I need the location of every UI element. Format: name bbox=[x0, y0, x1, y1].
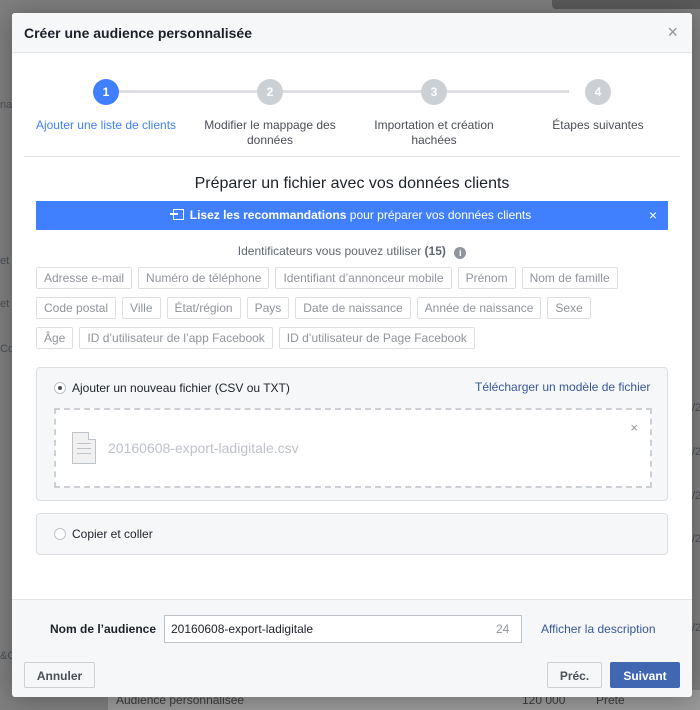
background-text: na bbox=[0, 99, 13, 111]
dialog-header: Créer une audience personnalisée × bbox=[12, 13, 692, 53]
close-icon[interactable]: × bbox=[667, 22, 678, 42]
identifier-chip: Pays bbox=[246, 297, 290, 319]
section-title: Préparer un fichier avec vos données cli… bbox=[194, 175, 510, 192]
background-text: et bbox=[0, 255, 10, 267]
identifier-chip: ID d’utilisateur de l’app Facebook bbox=[79, 327, 273, 349]
step-label: Modifier le mappage des données bbox=[204, 118, 336, 147]
identifier-chip: Identifiant d’annonceur mobile bbox=[275, 267, 452, 289]
step-label: Étapes suivantes bbox=[552, 118, 644, 132]
identifier-chip: Ville bbox=[122, 297, 161, 319]
identifier-chip: Prénom bbox=[457, 267, 516, 289]
file-icon bbox=[72, 432, 96, 464]
remove-file-icon[interactable]: × bbox=[630, 420, 638, 435]
file-drop-zone[interactable]: 20160608-export-ladigitale.csv × bbox=[54, 408, 652, 488]
previous-button[interactable]: Préc. bbox=[547, 662, 602, 688]
identifier-chip: Code postal bbox=[36, 297, 117, 319]
background-text: /2 bbox=[692, 490, 700, 502]
copy-paste-radio[interactable] bbox=[54, 528, 66, 540]
cancel-button[interactable]: Annuler bbox=[24, 662, 95, 688]
create-audience-dialog: Créer une audience personnalisée × 1 Ajo… bbox=[12, 13, 692, 697]
banner-text: pour préparer vos données clients bbox=[346, 208, 532, 222]
chip-row: Âge ID d’utilisateur de l’app Facebook I… bbox=[36, 327, 656, 349]
audience-name-label: Nom de l’audience bbox=[50, 622, 157, 636]
step-number: 3 bbox=[421, 79, 447, 105]
audience-name-input[interactable]: 20160608-export-ladigitale bbox=[164, 615, 522, 643]
identifiers-title: Identificateurs vous pouvez utiliser (15… bbox=[12, 244, 692, 259]
identifiers-title-text: Identificateurs vous pouvez utiliser bbox=[237, 244, 422, 258]
step-number: 4 bbox=[585, 79, 611, 105]
identifiers-count: (15) bbox=[424, 244, 446, 258]
dialog-footer: Nom de l’audience 20160608-export-ladigi… bbox=[12, 599, 692, 697]
background-topbar bbox=[552, 0, 700, 9]
upload-file-radio[interactable] bbox=[54, 382, 66, 394]
chip-row: Adresse e-mail Numéro de téléphone Ident… bbox=[36, 267, 656, 289]
banner-close-icon[interactable]: × bbox=[649, 201, 657, 230]
step-3: 3 Importation et création hachées bbox=[354, 79, 514, 148]
background-text: /2 bbox=[692, 402, 700, 414]
identifier-chip: Année de naissance bbox=[416, 297, 542, 319]
identifier-chip: Nom de famille bbox=[521, 267, 618, 289]
step-number: 2 bbox=[257, 79, 283, 105]
background-text: /2 bbox=[692, 446, 700, 458]
uploaded-file-name: 20160608-export-ladigitale.csv bbox=[108, 440, 299, 456]
background-text: /2 bbox=[692, 533, 700, 545]
step-4: 4 Étapes suivantes bbox=[518, 79, 678, 133]
step-1: 1 Ajouter une liste de clients bbox=[26, 79, 186, 133]
info-icon[interactable]: i bbox=[454, 247, 467, 259]
identifier-chip: Sexe bbox=[547, 297, 591, 319]
step-number: 1 bbox=[93, 79, 119, 105]
identifier-chip: Adresse e-mail bbox=[36, 267, 133, 289]
upload-file-option: Ajouter un nouveau fichier (CSV ou TXT) … bbox=[36, 367, 668, 501]
background-text: et bbox=[0, 298, 10, 310]
section-divider bbox=[24, 156, 680, 157]
recommendations-link[interactable]: Lisez les recommandations bbox=[190, 208, 347, 222]
copy-paste-option[interactable]: Copier et coller bbox=[36, 513, 668, 555]
copy-paste-label[interactable]: Copier et coller bbox=[72, 527, 153, 541]
identifier-chip: Numéro de téléphone bbox=[138, 267, 270, 289]
step-label: Importation et création hachées bbox=[374, 118, 494, 147]
background-text: /2 bbox=[692, 622, 700, 634]
recommendations-banner: Lisez les recommandations pour préparer … bbox=[36, 201, 668, 230]
download-template-link[interactable]: Télécharger un modèle de fichier bbox=[475, 380, 650, 394]
identifier-chip: Âge bbox=[36, 327, 74, 349]
identifier-chip: ID d’utilisateur de Page Facebook bbox=[278, 327, 475, 349]
external-link-icon bbox=[169, 209, 184, 220]
step-label: Ajouter une liste de clients bbox=[35, 118, 177, 132]
chip-row: Code postal Ville État/région Pays Date … bbox=[36, 297, 656, 319]
identifier-chip: Date de naissance bbox=[295, 297, 411, 319]
character-count: 24 bbox=[496, 622, 510, 636]
show-description-link[interactable]: Afficher la description bbox=[541, 622, 656, 636]
identifier-chip: État/région bbox=[166, 297, 241, 319]
identifier-chips: Adresse e-mail Numéro de téléphone Ident… bbox=[36, 267, 656, 357]
upload-file-label[interactable]: Ajouter un nouveau fichier (CSV ou TXT) bbox=[72, 381, 290, 395]
next-button[interactable]: Suivant bbox=[610, 662, 680, 688]
step-2: 2 Modifier le mappage des données bbox=[190, 79, 350, 148]
dialog-title: Créer une audience personnalisée bbox=[24, 25, 252, 41]
progress-stepper: 1 Ajouter une liste de clients 2 Modifie… bbox=[12, 79, 692, 149]
